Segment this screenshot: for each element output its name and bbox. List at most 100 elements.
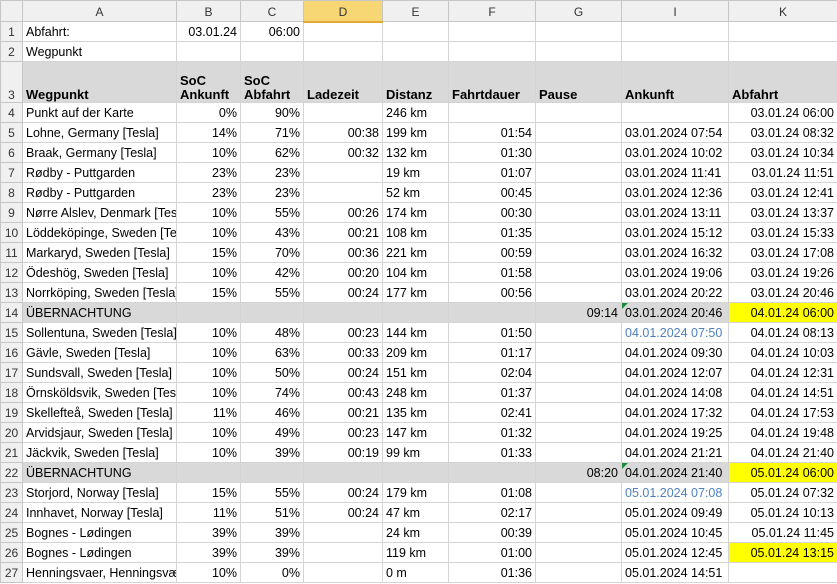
cell-k[interactable]: 03.01.24 19:26 — [728, 262, 837, 283]
cell-d[interactable] — [303, 522, 383, 543]
cell-a[interactable]: Örnsköldsvik, Sweden [Tesla] — [22, 382, 177, 403]
cell-e[interactable]: 104 km — [382, 262, 449, 283]
cell-k[interactable]: 05.01.24 06:00 — [728, 462, 837, 483]
cell-d[interactable]: 00:23 — [303, 322, 383, 343]
cell-e[interactable]: 147 km — [382, 422, 449, 443]
cell-k[interactable]: 05.01.24 07:32 — [728, 482, 837, 503]
cell-a[interactable]: Nørre Alslev, Denmark [Tesla] — [22, 202, 177, 223]
cell-g[interactable]: 09:14 — [535, 302, 622, 323]
cell-a[interactable]: Punkt auf der Karte — [22, 102, 177, 123]
cell-c[interactable]: 39% — [240, 522, 304, 543]
cell-b1[interactable]: 03.01.24 — [176, 21, 241, 42]
cell-a[interactable]: Innhavet, Norway [Tesla] — [22, 502, 177, 523]
cell-c[interactable]: 55% — [240, 282, 304, 303]
cell-a[interactable]: Rødby - Puttgarden — [22, 162, 177, 183]
cell-f[interactable]: 00:59 — [448, 242, 536, 263]
cell-c[interactable]: 90% — [240, 102, 304, 123]
cell-f[interactable]: 01:54 — [448, 122, 536, 143]
column-header-g[interactable]: G — [535, 0, 622, 22]
cell-e[interactable]: 99 km — [382, 442, 449, 463]
row-header[interactable]: 5 — [0, 122, 23, 143]
row-header[interactable]: 20 — [0, 422, 23, 443]
row-header[interactable]: 15 — [0, 322, 23, 343]
row-header[interactable]: 1 — [0, 21, 23, 42]
cell-d[interactable] — [303, 182, 383, 203]
cell-c[interactable]: 23% — [240, 162, 304, 183]
cell-f[interactable]: 02:17 — [448, 502, 536, 523]
cell-c[interactable]: 63% — [240, 342, 304, 363]
cell-i[interactable]: 04.01.2024 21:40 — [621, 462, 729, 483]
cell-b[interactable]: 10% — [176, 422, 241, 443]
cell-b[interactable]: 15% — [176, 242, 241, 263]
cell-b[interactable] — [176, 462, 241, 483]
cell-g1[interactable] — [535, 21, 622, 42]
row-header[interactable]: 18 — [0, 382, 23, 403]
cell-e[interactable] — [382, 302, 449, 323]
cell-a[interactable]: Braak, Germany [Tesla] — [22, 142, 177, 163]
row-header[interactable]: 19 — [0, 402, 23, 423]
header-ankunft[interactable]: Ankunft — [621, 61, 729, 103]
row-header[interactable]: 8 — [0, 182, 23, 203]
cell-b[interactable]: 10% — [176, 222, 241, 243]
cell-b[interactable]: 14% — [176, 122, 241, 143]
cell-d1[interactable] — [303, 21, 383, 42]
cell-f[interactable]: 01:00 — [448, 542, 536, 563]
cell-k[interactable]: 04.01.24 10:03 — [728, 342, 837, 363]
cell-c[interactable]: 55% — [240, 482, 304, 503]
cell-c[interactable]: 51% — [240, 502, 304, 523]
cell-i[interactable] — [621, 102, 729, 123]
header-abfahrt[interactable]: Abfahrt — [728, 61, 837, 103]
cell-f[interactable]: 01:37 — [448, 382, 536, 403]
cell-i2[interactable] — [621, 41, 729, 62]
row-header[interactable]: 13 — [0, 282, 23, 303]
header-fahrtdauer[interactable]: Fahrtdauer — [448, 61, 536, 103]
cell-d[interactable]: 00:43 — [303, 382, 383, 403]
cell-d[interactable]: 00:32 — [303, 142, 383, 163]
cell-f2[interactable] — [448, 41, 536, 62]
cell-f[interactable]: 01:08 — [448, 482, 536, 503]
cell-i[interactable]: 03.01.2024 15:12 — [621, 222, 729, 243]
cell-a[interactable]: Arvidsjaur, Sweden [Tesla] — [22, 422, 177, 443]
cell-c[interactable]: 62% — [240, 142, 304, 163]
cell-c[interactable]: 0% — [240, 562, 304, 583]
cell-c[interactable]: 42% — [240, 262, 304, 283]
cell-d[interactable]: 00:24 — [303, 282, 383, 303]
cell-k[interactable]: 04.01.24 12:31 — [728, 362, 837, 383]
cell-a2[interactable]: Wegpunkt — [22, 41, 177, 62]
cell-a1[interactable]: Abfahrt: — [22, 21, 177, 42]
cell-d[interactable] — [303, 302, 383, 323]
cell-c[interactable]: 49% — [240, 422, 304, 443]
cell-f[interactable] — [448, 462, 536, 483]
cell-g[interactable] — [535, 142, 622, 163]
cell-a[interactable]: Bognes - Lødingen — [22, 522, 177, 543]
spreadsheet[interactable]: A B C D E F G I K 1 Abfahrt: 03.01.24 06… — [0, 0, 837, 584]
cell-k[interactable]: 03.01.24 10:34 — [728, 142, 837, 163]
row-header[interactable]: 3 — [0, 61, 23, 103]
header-soc-abfahrt[interactable]: SoC Abfahrt — [240, 61, 304, 103]
cell-f[interactable]: 01:58 — [448, 262, 536, 283]
cell-i[interactable]: 03.01.2024 16:32 — [621, 242, 729, 263]
cell-f[interactable]: 00:30 — [448, 202, 536, 223]
row-header[interactable]: 10 — [0, 222, 23, 243]
cell-g[interactable] — [535, 102, 622, 123]
cell-f[interactable]: 02:41 — [448, 402, 536, 423]
cell-f[interactable]: 01:33 — [448, 442, 536, 463]
cell-k[interactable]: 04.01.24 19:48 — [728, 422, 837, 443]
cell-g[interactable] — [535, 222, 622, 243]
cell-b[interactable]: 23% — [176, 162, 241, 183]
cell-i[interactable]: 03.01.2024 13:11 — [621, 202, 729, 223]
cell-i[interactable]: 03.01.2024 07:54 — [621, 122, 729, 143]
cell-d[interactable] — [303, 102, 383, 123]
cell-a[interactable]: Rødby - Puttgarden — [22, 182, 177, 203]
cell-f[interactable]: 01:50 — [448, 322, 536, 343]
cell-b[interactable]: 10% — [176, 382, 241, 403]
cell-k1[interactable] — [728, 21, 837, 42]
cell-a[interactable]: Bognes - Lødingen — [22, 542, 177, 563]
cell-f[interactable]: 00:39 — [448, 522, 536, 543]
cell-i[interactable]: 04.01.2024 21:21 — [621, 442, 729, 463]
cell-c[interactable]: 70% — [240, 242, 304, 263]
row-header[interactable]: 9 — [0, 202, 23, 223]
cell-g[interactable] — [535, 422, 622, 443]
cell-d[interactable]: 00:21 — [303, 402, 383, 423]
cell-k[interactable]: 03.01.24 20:46 — [728, 282, 837, 303]
